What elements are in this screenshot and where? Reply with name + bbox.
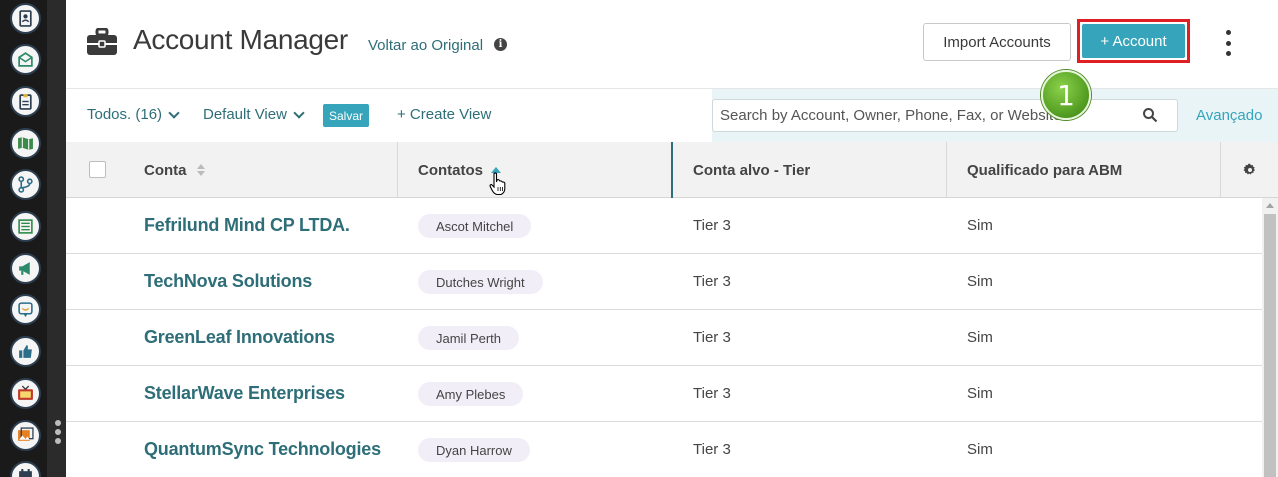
account-name-link[interactable]: TechNova Solutions xyxy=(144,271,312,292)
contact-chip[interactable]: Ascot Mitchel xyxy=(418,214,532,238)
list-toolbar: Todos. (16) Default View Salvar + Create… xyxy=(66,88,1278,143)
tier-cell: Tier 3 xyxy=(693,385,731,402)
column-header-conta[interactable]: Conta xyxy=(144,142,205,198)
thumbs-up-icon[interactable] xyxy=(10,336,41,367)
branch-icon[interactable] xyxy=(10,169,41,200)
tier-cell: Tier 3 xyxy=(693,217,731,234)
add-account-button[interactable]: + Account xyxy=(1082,24,1185,58)
accounts-table-body: Fefrilund Mind CP LTDA. Ascot Mitchel Ti… xyxy=(66,198,1262,477)
page-header: Account Manager Voltar ao Original i Imp… xyxy=(66,0,1278,88)
column-label: Qualificado para ABM xyxy=(967,161,1123,179)
column-resize-handle[interactable] xyxy=(671,142,673,198)
email-icon[interactable] xyxy=(10,44,41,75)
map-icon[interactable] xyxy=(10,128,41,159)
list-icon[interactable] xyxy=(10,211,41,242)
abm-cell: Sim xyxy=(967,273,993,290)
revert-original-link[interactable]: Voltar ao Original xyxy=(368,37,483,54)
chevron-down-icon xyxy=(168,107,180,119)
select-all-checkbox[interactable] xyxy=(89,161,106,178)
tv-icon[interactable] xyxy=(10,378,41,409)
gear-icon xyxy=(1242,163,1255,175)
table-row[interactable]: Fefrilund Mind CP LTDA. Ascot Mitchel Ti… xyxy=(66,198,1262,254)
chevron-down-icon xyxy=(293,107,305,119)
scrollbar-thumb[interactable] xyxy=(1264,214,1276,477)
column-header-abm[interactable]: Qualificado para ABM xyxy=(967,142,1122,198)
contact-chip[interactable]: Dyan Harrow xyxy=(418,438,530,462)
account-name-link[interactable]: Fefrilund Mind CP LTDA. xyxy=(144,215,350,236)
chat-icon[interactable] xyxy=(10,294,41,325)
info-icon[interactable]: i xyxy=(494,38,507,51)
column-settings-button[interactable] xyxy=(1220,142,1278,198)
sort-icon xyxy=(196,164,205,176)
table-row[interactable]: TechNova Solutions Dutches Wright Tier 3… xyxy=(66,254,1262,310)
abm-cell: Sim xyxy=(967,329,993,346)
step-number-badge: 1 xyxy=(1041,70,1091,120)
abm-cell: Sim xyxy=(967,217,993,234)
contact-chip[interactable]: Dutches Wright xyxy=(418,270,543,294)
create-view-link[interactable]: + Create View xyxy=(397,106,491,123)
column-header-tier[interactable]: Conta alvo - Tier xyxy=(693,142,810,198)
column-label: Contatos xyxy=(418,161,483,179)
hand-cursor-icon xyxy=(489,172,506,196)
sidebar-resize-handle[interactable] xyxy=(55,420,61,444)
calendar-icon[interactable] xyxy=(10,461,41,477)
search-icon[interactable] xyxy=(1142,107,1158,123)
vertical-scrollbar[interactable] xyxy=(1262,198,1278,477)
abm-cell: Sim xyxy=(967,385,993,402)
filter-dropdown[interactable]: Todos. (16) xyxy=(87,106,180,123)
column-divider xyxy=(946,142,947,198)
briefcase-icon xyxy=(87,28,117,55)
search-area: Avançado xyxy=(712,89,1278,143)
more-options-icon[interactable] xyxy=(1224,30,1232,56)
contacts-icon[interactable] xyxy=(10,3,41,34)
table-row[interactable]: GreenLeaf Innovations Jamil Perth Tier 3… xyxy=(66,310,1262,366)
account-name-link[interactable]: QuantumSync Technologies xyxy=(144,439,381,460)
column-divider xyxy=(397,142,398,198)
table-header: Conta Contatos Conta alvo - Tier Qualifi… xyxy=(66,142,1278,198)
contact-chip[interactable]: Amy Plebes xyxy=(418,382,524,406)
column-label: Conta xyxy=(144,161,187,179)
view-label: Default View xyxy=(203,106,287,123)
sidebar-resize-track xyxy=(47,0,66,477)
account-name-link[interactable]: StellarWave Enterprises xyxy=(144,383,345,404)
page-title: Account Manager xyxy=(133,24,348,55)
import-accounts-button[interactable]: Import Accounts xyxy=(923,23,1071,61)
account-name-link[interactable]: GreenLeaf Innovations xyxy=(144,327,335,348)
tier-cell: Tier 3 xyxy=(693,329,731,346)
advanced-search-link[interactable]: Avançado xyxy=(1196,107,1262,124)
scroll-up-icon[interactable] xyxy=(1266,203,1274,208)
clipboard-icon[interactable] xyxy=(10,86,41,117)
table-row[interactable]: StellarWave Enterprises Amy Plebes Tier … xyxy=(66,366,1262,422)
save-view-button[interactable]: Salvar xyxy=(323,104,370,127)
app-sidebar xyxy=(0,0,47,477)
megaphone-icon[interactable] xyxy=(10,253,41,284)
tier-cell: Tier 3 xyxy=(693,273,731,290)
abm-cell: Sim xyxy=(967,441,993,458)
contact-chip[interactable]: Jamil Perth xyxy=(418,326,520,350)
column-label: Conta alvo - Tier xyxy=(693,161,811,179)
tier-cell: Tier 3 xyxy=(693,441,731,458)
view-dropdown[interactable]: Default View xyxy=(203,106,305,123)
search-input[interactable] xyxy=(712,99,1178,132)
filter-label: Todos. (16) xyxy=(87,106,163,123)
gallery-icon[interactable] xyxy=(10,420,41,451)
table-row[interactable]: QuantumSync Technologies Dyan Harrow Tie… xyxy=(66,422,1262,477)
